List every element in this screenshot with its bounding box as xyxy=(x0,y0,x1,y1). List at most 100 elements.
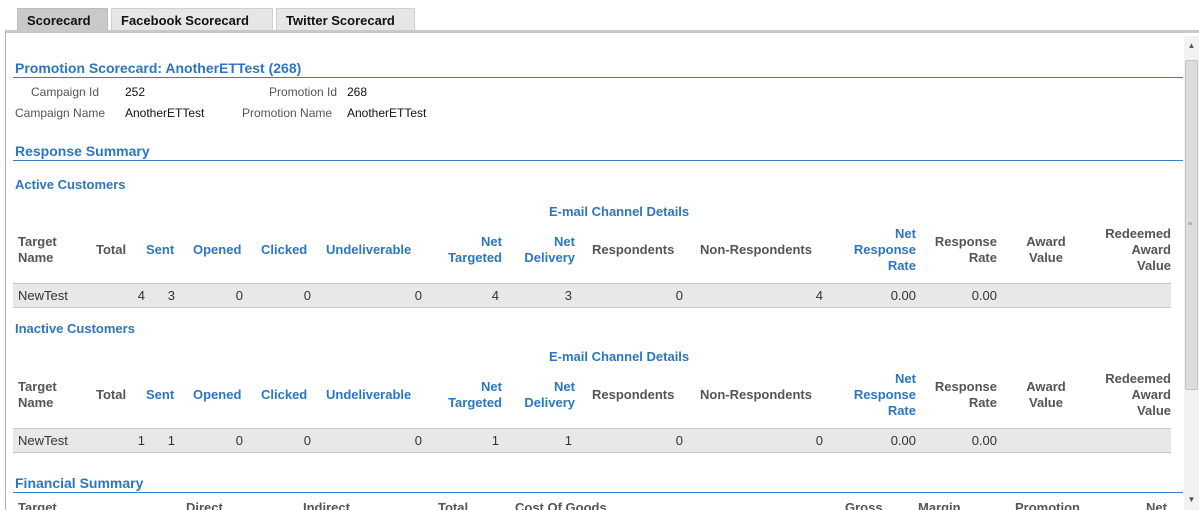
col-opened: Opened xyxy=(193,242,242,257)
col-target-name: Target xyxy=(18,234,57,249)
cell-total: 1 xyxy=(137,433,145,448)
fin-col-promotion: Promotion xyxy=(1015,500,1080,510)
cell-respondents: 0 xyxy=(675,433,683,448)
fin-col-direct: Direct xyxy=(186,500,223,510)
col-net-delivery: Net xyxy=(554,234,575,249)
col-net-response-rate: Net xyxy=(895,226,916,241)
promotion-id-label: Promotion Id xyxy=(269,85,338,99)
campaign-id-value: 252 xyxy=(125,85,146,99)
table-row: NewTest 4 3 0 0 0 4 3 0 4 0.00 0.00 xyxy=(13,283,1171,308)
cell-sent: 3 xyxy=(167,288,175,303)
promotion-name-label: Promotion Name xyxy=(242,106,333,120)
col-target-name: Target xyxy=(18,379,57,394)
col-award-value: Award xyxy=(1026,379,1066,394)
col-award-value-2: Value xyxy=(1029,395,1063,410)
col-target-name-2: Name xyxy=(18,395,54,410)
tab-facebook-scorecard[interactable]: Facebook Scorecard xyxy=(111,8,273,31)
col-clicked: Clicked xyxy=(261,242,308,257)
fin-col-target: Target xyxy=(18,500,57,510)
cell-undeliverable: 0 xyxy=(414,433,422,448)
col-response-rate-2: Rate xyxy=(968,395,997,410)
col-undeliverable: Undeliverable xyxy=(326,242,412,257)
col-total: Total xyxy=(96,242,127,257)
tab-scorecard[interactable]: Scorecard xyxy=(17,8,108,31)
cell-opened: 0 xyxy=(235,288,243,303)
col-response-rate: Response xyxy=(934,234,997,249)
col-response-rate-2: Rate xyxy=(968,250,997,265)
campaign-id-label: Campaign Id xyxy=(31,85,100,99)
vertical-scrollbar[interactable]: ▲ ≡ ▼ xyxy=(1184,36,1199,510)
col-net-targeted: Net xyxy=(481,379,502,394)
grip-icon: ≡ xyxy=(1188,221,1193,228)
fin-col-margin: Margin xyxy=(918,500,961,510)
cell-clicked: 0 xyxy=(303,433,311,448)
col-net-targeted-2: Targeted xyxy=(448,250,502,265)
inactive-customers-heading: Inactive Customers xyxy=(15,321,135,336)
financial-summary-heading: Financial Summary xyxy=(15,475,144,491)
col-sent: Sent xyxy=(146,387,175,402)
promotion-name-value: AnotherETTest xyxy=(347,106,427,120)
col-respondents: Respondents xyxy=(592,242,675,257)
cell-sent: 1 xyxy=(167,433,175,448)
cell-non-respondents: 0 xyxy=(815,433,823,448)
cell-target-name: NewTest xyxy=(18,288,68,303)
col-redeemed-award-value: Redeemed xyxy=(1105,226,1171,241)
tab-bar: Scorecard Facebook Scorecard Twitter Sco… xyxy=(0,0,1199,32)
col-redeemed-award-value-3: Value xyxy=(1137,403,1171,418)
col-net-delivery-2: Delivery xyxy=(524,395,575,410)
cell-target-name: NewTest xyxy=(18,433,68,448)
col-net-targeted: Net xyxy=(481,234,502,249)
col-response-rate: Response xyxy=(934,379,997,394)
cell-total: 4 xyxy=(137,288,145,303)
table-row: NewTest 1 1 0 0 0 1 1 0 0 0.00 0.00 xyxy=(13,428,1171,453)
cell-respondents: 0 xyxy=(675,288,683,303)
promotion-id-value: 268 xyxy=(347,85,368,99)
col-net-response-rate-2: Response xyxy=(853,387,916,402)
col-net-response-rate-3: Rate xyxy=(887,403,916,418)
col-redeemed-award-value-2: Award xyxy=(1131,242,1172,257)
fin-col-gross: Gross xyxy=(845,500,883,510)
cell-net-targeted: 1 xyxy=(491,433,499,448)
col-net-targeted-2: Targeted xyxy=(448,395,502,410)
col-non-respondents: Non-Respondents xyxy=(700,242,812,257)
fin-col-total: Total xyxy=(438,500,469,510)
cell-net-delivery: 3 xyxy=(564,288,572,303)
col-net-response-rate: Net xyxy=(895,371,916,386)
col-redeemed-award-value: Redeemed xyxy=(1105,371,1171,386)
col-non-respondents: Non-Respondents xyxy=(700,387,812,402)
col-redeemed-award-value-3: Value xyxy=(1137,258,1171,273)
col-undeliverable: Undeliverable xyxy=(326,387,412,402)
col-net-delivery-2: Delivery xyxy=(524,250,575,265)
col-opened: Opened xyxy=(193,387,242,402)
cell-net-delivery: 1 xyxy=(564,433,572,448)
cell-clicked: 0 xyxy=(303,288,311,303)
col-award-value: Award xyxy=(1026,234,1066,249)
fin-col-indirect: Indirect xyxy=(303,500,350,510)
page-title: Promotion Scorecard: AnotherETTest (268) xyxy=(15,60,302,76)
col-clicked: Clicked xyxy=(261,387,308,402)
cell-net-targeted: 4 xyxy=(491,288,499,303)
cell-opened: 0 xyxy=(235,433,243,448)
cell-undeliverable: 0 xyxy=(414,288,422,303)
cell-response-rate: 0.00 xyxy=(971,288,997,303)
tab-twitter-scorecard[interactable]: Twitter Scorecard xyxy=(276,8,415,31)
title-divider xyxy=(13,77,1183,78)
col-respondents: Respondents xyxy=(592,387,675,402)
financial-summary-divider xyxy=(13,492,1183,493)
cell-net-response-rate: 0.00 xyxy=(890,288,916,303)
campaign-name-label: Campaign Name xyxy=(15,106,106,120)
col-sent: Sent xyxy=(146,242,175,257)
scroll-up-arrow-icon[interactable]: ▲ xyxy=(1184,40,1199,52)
fin-col-cost-of-goods: Cost Of Goods xyxy=(515,500,607,510)
col-net-response-rate-2: Response xyxy=(853,242,916,257)
cell-response-rate: 0.00 xyxy=(971,433,997,448)
col-total: Total xyxy=(96,387,127,402)
cell-non-respondents: 4 xyxy=(815,288,823,303)
scroll-down-arrow-icon[interactable]: ▼ xyxy=(1184,494,1199,506)
response-summary-divider xyxy=(13,160,1183,161)
cell-net-response-rate: 0.00 xyxy=(890,433,916,448)
email-channel-title-active: E-mail Channel Details xyxy=(549,204,690,219)
response-summary-heading: Response Summary xyxy=(15,143,150,159)
col-net-response-rate-3: Rate xyxy=(887,258,916,273)
scrollbar-thumb[interactable]: ≡ xyxy=(1185,60,1198,390)
